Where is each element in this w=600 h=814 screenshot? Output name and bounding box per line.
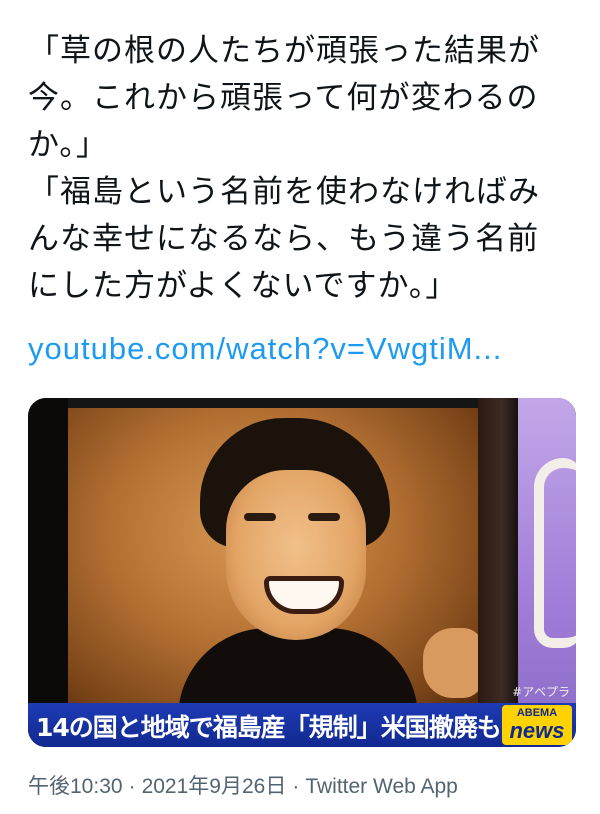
tweet-text-line-6: にした方がよくないですか。」 — [28, 268, 458, 304]
tweet-text-line-4: 「福島という名前を使わなければみ — [28, 174, 540, 210]
news-caption-text: 14の国と地域で福島産「規制」米国撤廃もなぜ — [36, 713, 550, 742]
video-left-border — [28, 398, 68, 747]
news-caption-bar: 14の国と地域で福島産「規制」米国撤廃もなぜ ABEMA news — [28, 703, 576, 747]
tweet-time: 午後10:30 — [28, 775, 123, 798]
tweet-time-link[interactable]: 午後10:30 · 2021年9月26日 — [28, 775, 286, 798]
youtube-link[interactable]: youtube.com/watch?v=VwgtiM... — [28, 325, 580, 372]
tweet-text-line-2: 今。これから頑張って何が変わるの — [28, 80, 539, 116]
logo-bottom-text: news — [509, 718, 565, 743]
studio-prop — [534, 458, 576, 648]
hashtag-watermark: #アベプラ — [512, 685, 570, 699]
separator: · — [128, 775, 136, 798]
tweet-text-line-1: 「草の根の人たちが頑張った結果が — [28, 33, 540, 69]
separator: · — [292, 775, 300, 798]
tweet-text: 「草の根の人たちが頑張った結果が 今。これから頑張って何が変わるの か。」 「福… — [28, 28, 580, 372]
video-thumbnail[interactable]: #アベプラ 14の国と地域で福島産「規制」米国撤廃もなぜ ABEMA news — [28, 398, 576, 747]
hand-image — [423, 628, 483, 698]
tweet-text-line-5: んな幸せになるなら、もう違う名前 — [28, 221, 540, 257]
tweet-date: 2021年9月26日 — [141, 775, 287, 798]
tweet-text-line-3: か。」 — [28, 127, 108, 163]
tweet-source: Twitter Web App — [305, 775, 458, 798]
tweet-metadata: 午後10:30 · 2021年9月26日 · Twitter Web App — [28, 770, 458, 800]
person-image — [178, 418, 418, 738]
abema-news-logo: ABEMA news — [502, 705, 572, 745]
